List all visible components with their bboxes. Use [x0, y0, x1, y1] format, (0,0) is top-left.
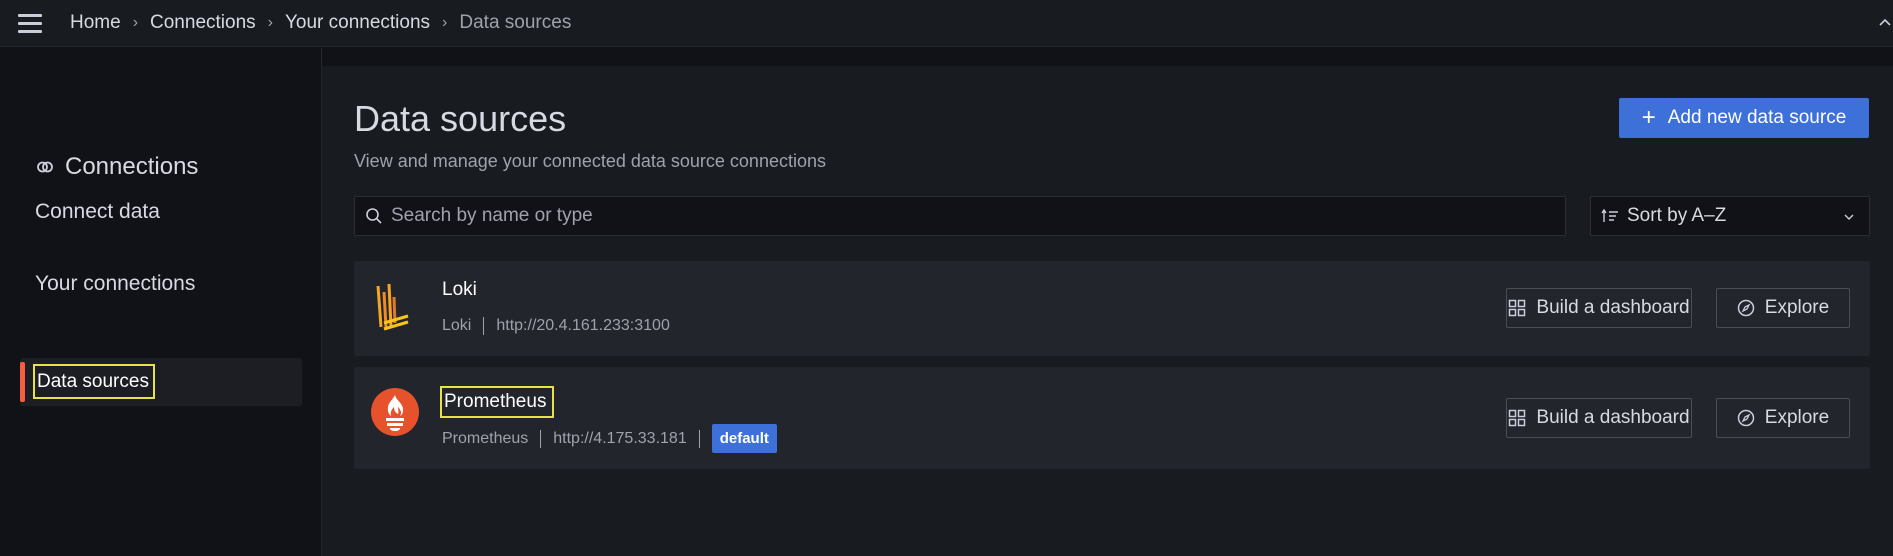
breadcrumb: Home › Connections › Your connections › … — [70, 12, 571, 34]
build-dashboard-label: Build a dashboard — [1536, 297, 1690, 318]
datasource-name[interactable]: Prometheus — [440, 386, 555, 418]
datasource-type: Loki — [442, 317, 472, 334]
sidebar-item-your-connections[interactable]: Your connections — [35, 272, 195, 296]
datasource-name[interactable]: Loki — [442, 279, 477, 301]
sidebar-item-data-sources[interactable]: Data sources — [20, 358, 302, 406]
search-box — [354, 196, 1566, 236]
default-badge: default — [711, 424, 777, 453]
breadcrumb-your-connections[interactable]: Your connections — [285, 12, 430, 34]
connections-icon — [37, 161, 53, 173]
top-bar: Home › Connections › Your connections › … — [0, 0, 1893, 47]
explore-button[interactable]: Explore — [1716, 398, 1850, 438]
divider — [540, 429, 542, 448]
explore-label: Explore — [1764, 407, 1830, 428]
datasource-url: http://4.175.33.181 — [553, 429, 687, 447]
search-icon — [366, 208, 382, 224]
datasource-card-prometheus[interactable]: Prometheus Prometheus http://4.175.33.18… — [354, 367, 1870, 469]
add-new-data-source-button[interactable]: + Add new data source — [1619, 98, 1869, 138]
sidebar-title: Connections — [35, 153, 198, 181]
page-subtitle: View and manage your connected data sour… — [354, 151, 826, 171]
active-indicator — [20, 362, 25, 402]
compass-icon — [1737, 299, 1755, 317]
sort-label: Sort by A–Z — [1627, 205, 1727, 226]
sidebar-title-label: Connections — [65, 153, 199, 180]
build-dashboard-button[interactable]: Build a dashboard — [1506, 288, 1692, 328]
search-input[interactable] — [391, 205, 1565, 227]
dashboard-grid-icon — [1509, 299, 1526, 317]
breadcrumb-separator: › — [132, 14, 139, 31]
sidebar-item-connect-data[interactable]: Connect data — [35, 200, 160, 224]
chevron-up-icon[interactable] — [1877, 14, 1893, 30]
datasource-meta: Prometheus http://4.175.33.181 default — [442, 424, 777, 453]
datasource-url: http://20.4.161.233:3100 — [496, 317, 670, 334]
divider — [698, 429, 700, 448]
explore-label: Explore — [1764, 297, 1830, 318]
build-dashboard-button[interactable]: Build a dashboard — [1506, 398, 1692, 438]
datasource-type: Prometheus — [442, 429, 529, 447]
divider — [483, 317, 485, 335]
page-title: Data sources — [354, 98, 567, 139]
sort-icon — [1601, 208, 1618, 222]
loki-logo-icon — [376, 283, 409, 331]
chevron-down-icon — [1844, 214, 1854, 220]
sidebar-item-label: Data sources — [33, 364, 155, 399]
breadcrumb-connections[interactable]: Connections — [150, 12, 256, 34]
plus-icon: + — [1641, 104, 1656, 131]
sidebar: Connections Connect data Your connection… — [0, 48, 322, 556]
breadcrumb-separator: › — [442, 14, 448, 31]
breadcrumb-home[interactable]: Home — [70, 12, 121, 34]
sort-select[interactable]: Sort by A–Z — [1590, 196, 1870, 236]
datasource-meta: Loki http://20.4.161.233:3100 — [442, 317, 670, 335]
hamburger-menu-icon[interactable] — [18, 5, 54, 41]
compass-icon — [1737, 409, 1755, 427]
breadcrumb-separator: › — [267, 14, 273, 31]
prometheus-logo-icon — [371, 388, 419, 436]
main-content: Data sources View and manage your connec… — [322, 66, 1893, 556]
add-button-label: Add new data source — [1667, 107, 1847, 128]
breadcrumb-data-sources: Data sources — [459, 12, 572, 33]
build-dashboard-label: Build a dashboard — [1536, 407, 1690, 428]
datasource-card-loki[interactable]: Loki Loki http://20.4.161.233:3100 Build… — [354, 261, 1870, 356]
explore-button[interactable]: Explore — [1716, 288, 1850, 328]
dashboard-grid-icon — [1509, 409, 1526, 427]
